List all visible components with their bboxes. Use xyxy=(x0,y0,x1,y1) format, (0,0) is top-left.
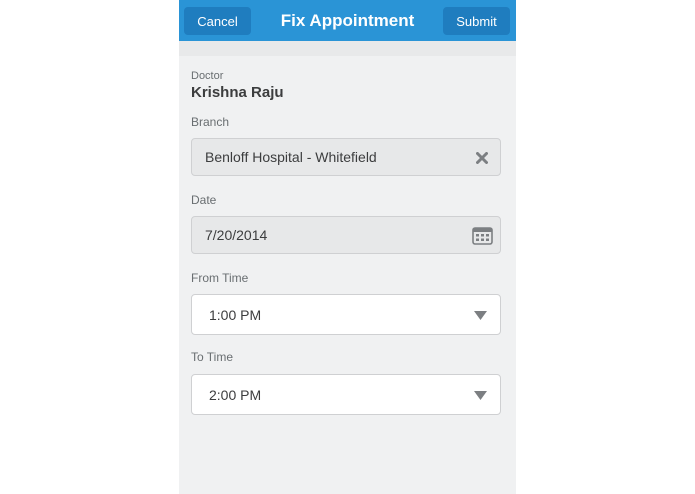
from-time-select[interactable]: 1:00 PM xyxy=(191,294,501,335)
to-time-select[interactable]: 2:00 PM xyxy=(191,374,501,415)
branch-label: Branch xyxy=(191,115,230,129)
doctor-name: Krishna Raju xyxy=(191,84,284,101)
date-label: Date xyxy=(191,193,217,207)
cancel-button[interactable]: Cancel xyxy=(184,7,251,35)
header-bar: Cancel Fix Appointment Submit xyxy=(179,0,516,41)
to-time-label: To Time xyxy=(191,350,234,364)
doctor-label: Doctor xyxy=(191,70,224,82)
submit-button[interactable]: Submit xyxy=(443,7,510,35)
calendar-icon[interactable] xyxy=(471,225,493,246)
from-time-value: 1:00 PM xyxy=(209,306,262,323)
date-field[interactable]: 7/20/2014 xyxy=(191,216,501,254)
dropdown-arrow-icon xyxy=(473,390,487,400)
to-time-value: 2:00 PM xyxy=(209,386,262,403)
header-divider xyxy=(179,41,516,56)
clear-icon[interactable] xyxy=(475,151,489,165)
dropdown-arrow-icon xyxy=(473,310,487,320)
from-time-label: From Time xyxy=(191,271,249,285)
branch-value: Benloff Hospital - Whitefield xyxy=(205,149,377,165)
mobile-screen: Cancel Fix Appointment Submit Doctor Kri… xyxy=(179,0,516,494)
date-value: 7/20/2014 xyxy=(205,227,268,243)
branch-field[interactable]: Benloff Hospital - Whitefield xyxy=(191,138,501,176)
